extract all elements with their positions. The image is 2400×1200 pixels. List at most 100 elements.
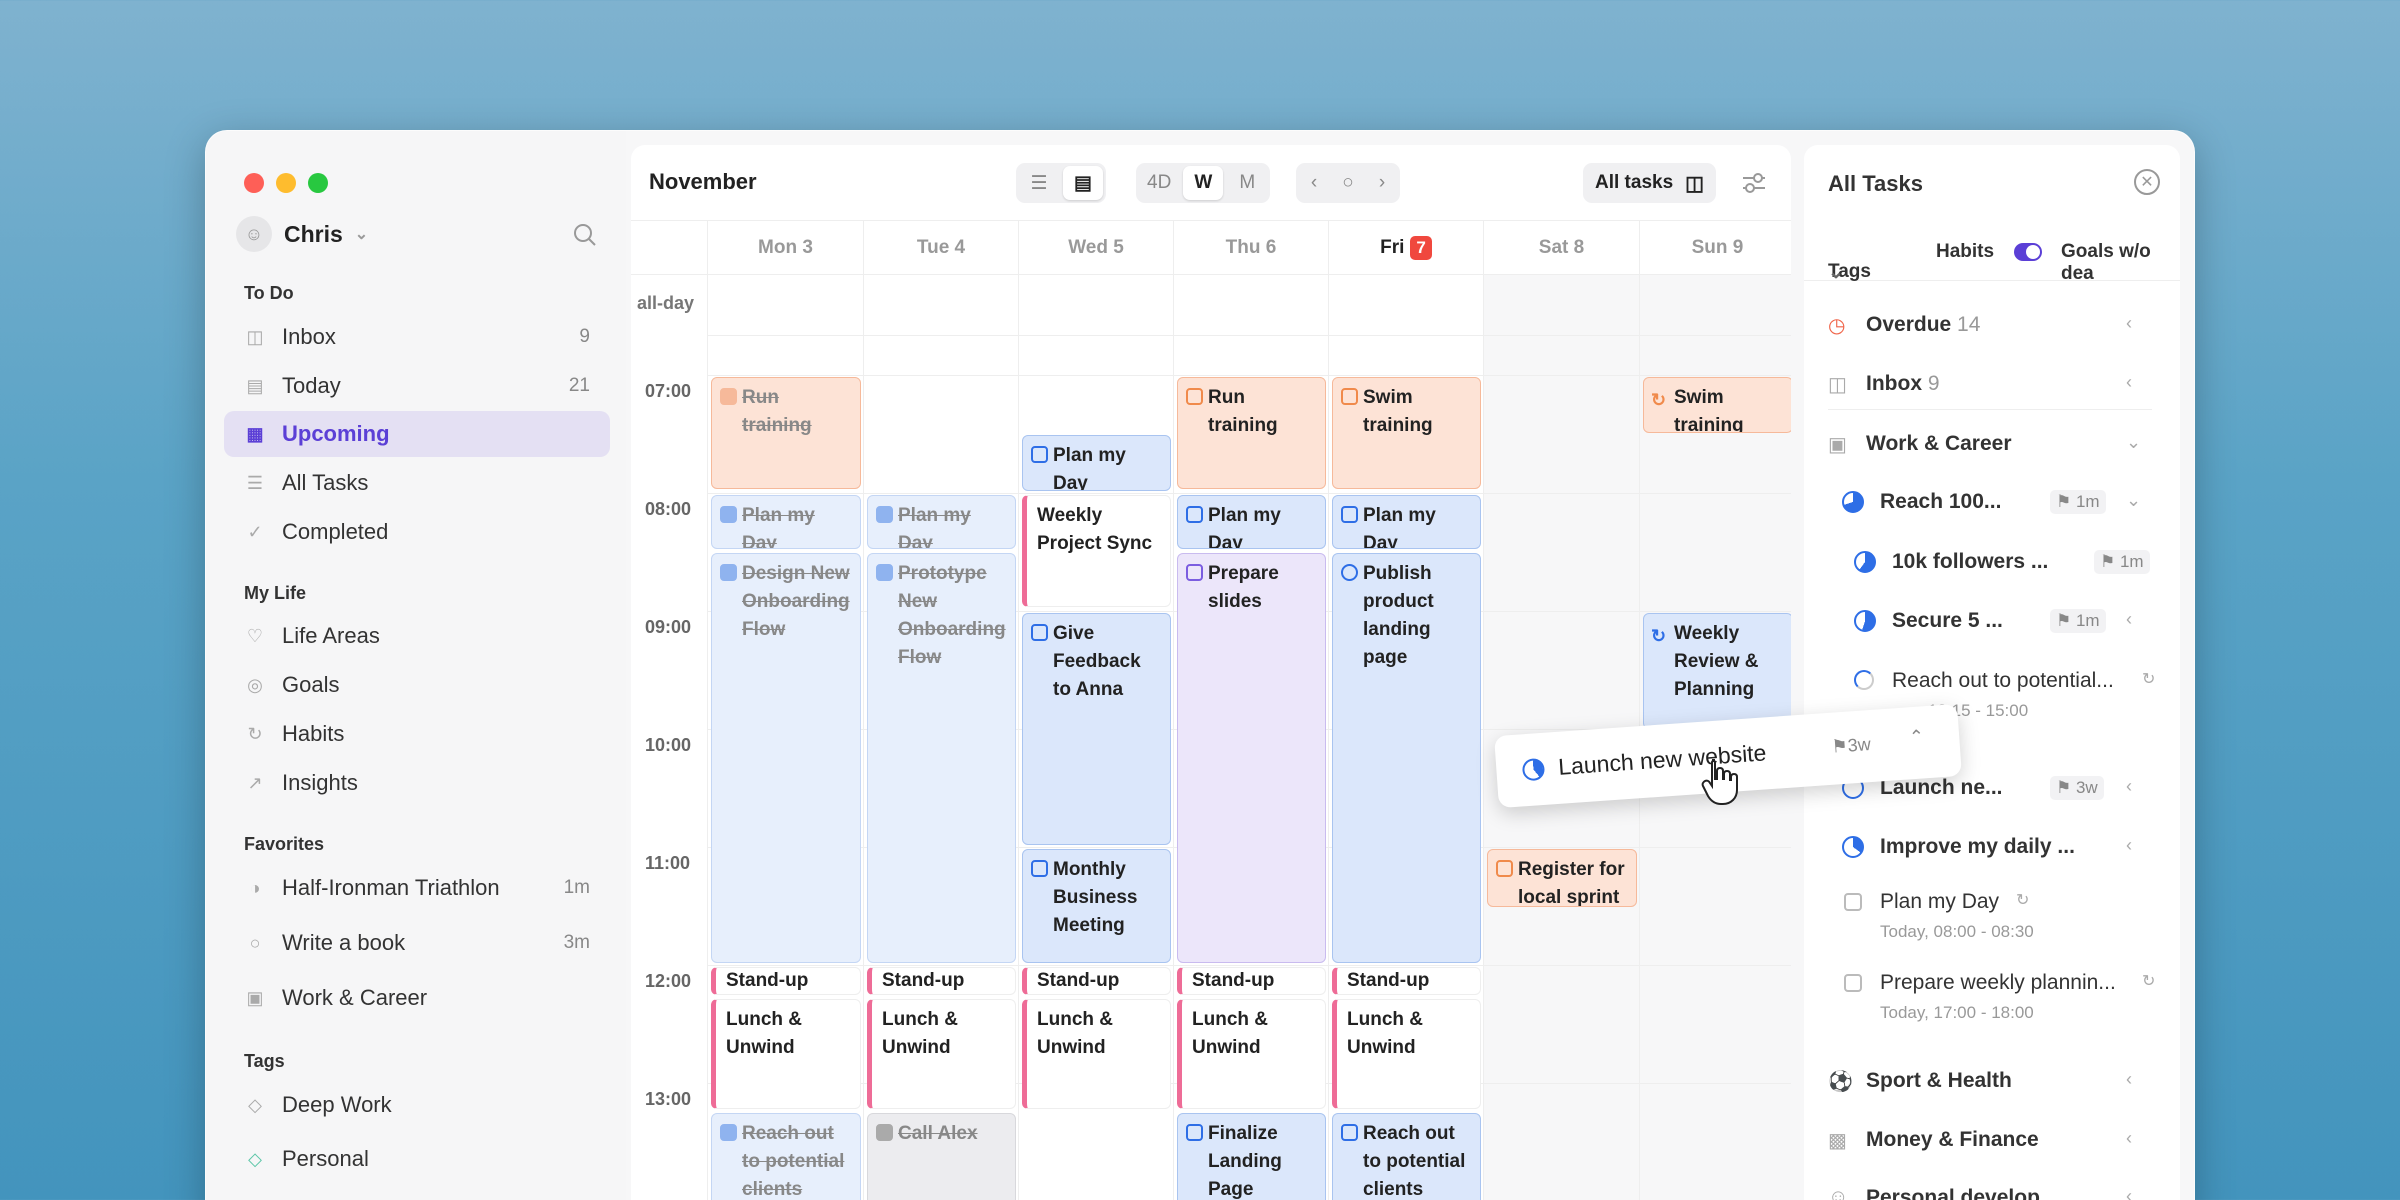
event-swim-training[interactable]: Swim training [1332, 377, 1481, 489]
event-run-training[interactable]: Run training [1177, 377, 1326, 489]
event-lunch[interactable]: Lunch & Unwind [1022, 999, 1171, 1109]
event-standup[interactable]: Stand-up [1022, 967, 1171, 995]
event-reach-out[interactable]: Reach out to potential clients [711, 1113, 861, 1200]
event-standup[interactable]: Stand-up [1177, 967, 1326, 995]
event-standup[interactable]: Stand-up [1332, 967, 1481, 995]
event-lunch[interactable]: Lunch & Unwind [1332, 999, 1481, 1109]
checkbox[interactable] [720, 1124, 737, 1141]
close-icon[interactable]: ✕ [2134, 169, 2160, 195]
sidebar-item-goals[interactable]: ◎ Goals [224, 662, 610, 708]
checkbox[interactable] [1341, 388, 1358, 405]
checkbox[interactable] [1341, 506, 1358, 523]
all-tasks-toggle[interactable]: All tasks ◫ [1583, 163, 1717, 203]
checkbox[interactable] [1031, 446, 1048, 463]
event-reach-out[interactable]: Reach out to potential clients [1332, 1113, 1481, 1200]
day-header-mon[interactable]: Mon 3 [708, 221, 864, 275]
checkbox[interactable] [876, 1124, 893, 1141]
sidebar-item-upcoming[interactable]: ▦ Upcoming [224, 411, 610, 457]
event-prototype-onboarding[interactable]: Prototype New Onboarding Flow [867, 553, 1016, 963]
tag-personal[interactable]: ◇ Personal [224, 1136, 610, 1182]
sidebar-item-life-areas[interactable]: ♡ Life Areas [224, 613, 610, 659]
sidebar-item-inbox[interactable]: ◫ Inbox 9 [224, 314, 610, 360]
sidebar-item-completed[interactable]: ✓ Completed [224, 509, 610, 555]
chevron-left-icon[interactable]: ‹ [2126, 776, 2132, 797]
chevron-left-icon[interactable]: ‹ [2126, 1128, 2132, 1149]
checkbox[interactable] [1186, 388, 1203, 405]
event-call-alex[interactable]: Call Alex [867, 1113, 1016, 1200]
day-header-thu[interactable]: Thu 6 [1174, 221, 1329, 275]
day-header-wed[interactable]: Wed 5 [1019, 221, 1174, 275]
checkbox[interactable] [720, 506, 737, 523]
chevron-left-icon[interactable]: ‹ [2126, 609, 2132, 630]
favorite-write-a-book[interactable]: ○ Write a book 3m [224, 920, 610, 966]
checkbox[interactable] [1186, 506, 1203, 523]
checkbox[interactable] [1186, 1124, 1203, 1141]
event-weekly-project-sync[interactable]: Weekly Project Sync [1022, 495, 1171, 607]
event-standup[interactable]: Stand-up [867, 967, 1016, 995]
range-week-button[interactable]: W [1183, 166, 1224, 200]
chevron-down-icon[interactable]: ⌄ [2126, 432, 2141, 453]
chevron-down-icon[interactable]: ⌄ [2126, 490, 2141, 511]
event-lunch[interactable]: Lunch & Unwind [1177, 999, 1326, 1109]
chevron-right-icon[interactable]: › [1367, 166, 1397, 200]
sidebar-item-today[interactable]: ▤ Today 21 [224, 363, 610, 409]
chevron-up-icon[interactable]: ⌃ [1908, 726, 1925, 748]
event-weekly-review[interactable]: ↻ Weekly Review & Planning [1643, 613, 1791, 729]
day-header-tue[interactable]: Tue 4 [864, 221, 1019, 275]
event-register-sprint[interactable]: Register for local sprint [1487, 849, 1637, 907]
day-header-sun[interactable]: Sun 9 [1640, 221, 1791, 275]
chevron-left-icon[interactable]: ‹ [2126, 1186, 2132, 1200]
event-prepare-slides[interactable]: Prepare slides [1177, 553, 1326, 963]
today-circle-icon[interactable]: ○ [1333, 166, 1363, 200]
checkbox[interactable] [1186, 564, 1203, 581]
event-swim-training[interactable]: ↻ Swim training [1643, 377, 1791, 433]
range-month-button[interactable]: M [1227, 166, 1267, 200]
event-give-feedback[interactable]: Give Feedback to Anna [1022, 613, 1171, 845]
checkbox[interactable] [1496, 860, 1513, 877]
day-header-sat[interactable]: Sat 8 [1484, 221, 1640, 275]
event-lunch[interactable]: Lunch & Unwind [867, 999, 1016, 1109]
event-lunch[interactable]: Lunch & Unwind [711, 999, 861, 1109]
range-4d-button[interactable]: 4D [1139, 166, 1179, 200]
chevron-left-icon[interactable]: ‹ [2126, 835, 2132, 856]
calendar-view-button[interactable]: ▤ [1063, 166, 1103, 200]
checkbox[interactable] [720, 388, 737, 405]
event-design-onboarding[interactable]: Design New Onboarding Flow [711, 553, 861, 963]
sidebar-item-insights[interactable]: ↗ Insights [224, 760, 610, 806]
checkbox[interactable] [1844, 974, 1862, 992]
event-plan-my-day[interactable]: Plan my Day [1177, 495, 1326, 549]
event-standup[interactable]: Stand-up [711, 967, 861, 995]
event-plan-my-day[interactable]: Plan my Day [711, 495, 861, 549]
event-plan-my-day[interactable]: Plan my Day [1332, 495, 1481, 549]
close-window-button[interactable] [244, 173, 264, 193]
chevron-left-icon[interactable]: ‹ [1299, 166, 1329, 200]
day-header-fri[interactable]: Fri 7 [1329, 221, 1484, 275]
filter-sliders-icon[interactable] [1741, 171, 1767, 195]
checkbox[interactable] [1341, 1124, 1358, 1141]
event-finalize-landing-page[interactable]: Finalize Landing Page [1177, 1113, 1326, 1200]
event-publish-landing-page[interactable]: Publish product landing page [1332, 553, 1481, 963]
checkbox[interactable] [876, 564, 893, 581]
favorite-work-career[interactable]: ▣ Work & Career [224, 975, 610, 1021]
event-plan-my-day[interactable]: Plan my Day [867, 495, 1016, 549]
event-plan-my-day[interactable]: Plan my Day [1022, 435, 1171, 491]
user-menu[interactable]: ☺ Chris ⌄ [236, 216, 368, 252]
event-run-training[interactable]: Run training [711, 377, 861, 489]
chevron-left-icon[interactable]: ‹ [2126, 372, 2132, 393]
sidebar-item-habits[interactable]: ↻ Habits [224, 711, 610, 757]
chevron-left-icon[interactable]: ‹ [2126, 313, 2132, 334]
minimize-window-button[interactable] [276, 173, 296, 193]
habits-toggle[interactable] [2014, 243, 2042, 261]
favorite-half-ironman[interactable]: ◑ Half-Ironman Triathlon 1m [224, 865, 610, 911]
chevron-left-icon[interactable]: ‹ [2126, 1069, 2132, 1090]
checkbox[interactable] [1031, 624, 1048, 641]
checkbox[interactable] [1844, 893, 1862, 911]
search-icon[interactable] [573, 223, 597, 247]
checkbox[interactable] [876, 506, 893, 523]
zoom-window-button[interactable] [308, 173, 328, 193]
tag-deep-work[interactable]: ◇ Deep Work [224, 1082, 610, 1128]
sidebar-item-all-tasks[interactable]: ☰ All Tasks [224, 460, 610, 506]
goals-filter-label[interactable]: Goals w/o dea [2061, 241, 2180, 285]
list-view-button[interactable]: ☰ [1019, 166, 1059, 200]
progress-checkbox[interactable] [1341, 564, 1358, 581]
